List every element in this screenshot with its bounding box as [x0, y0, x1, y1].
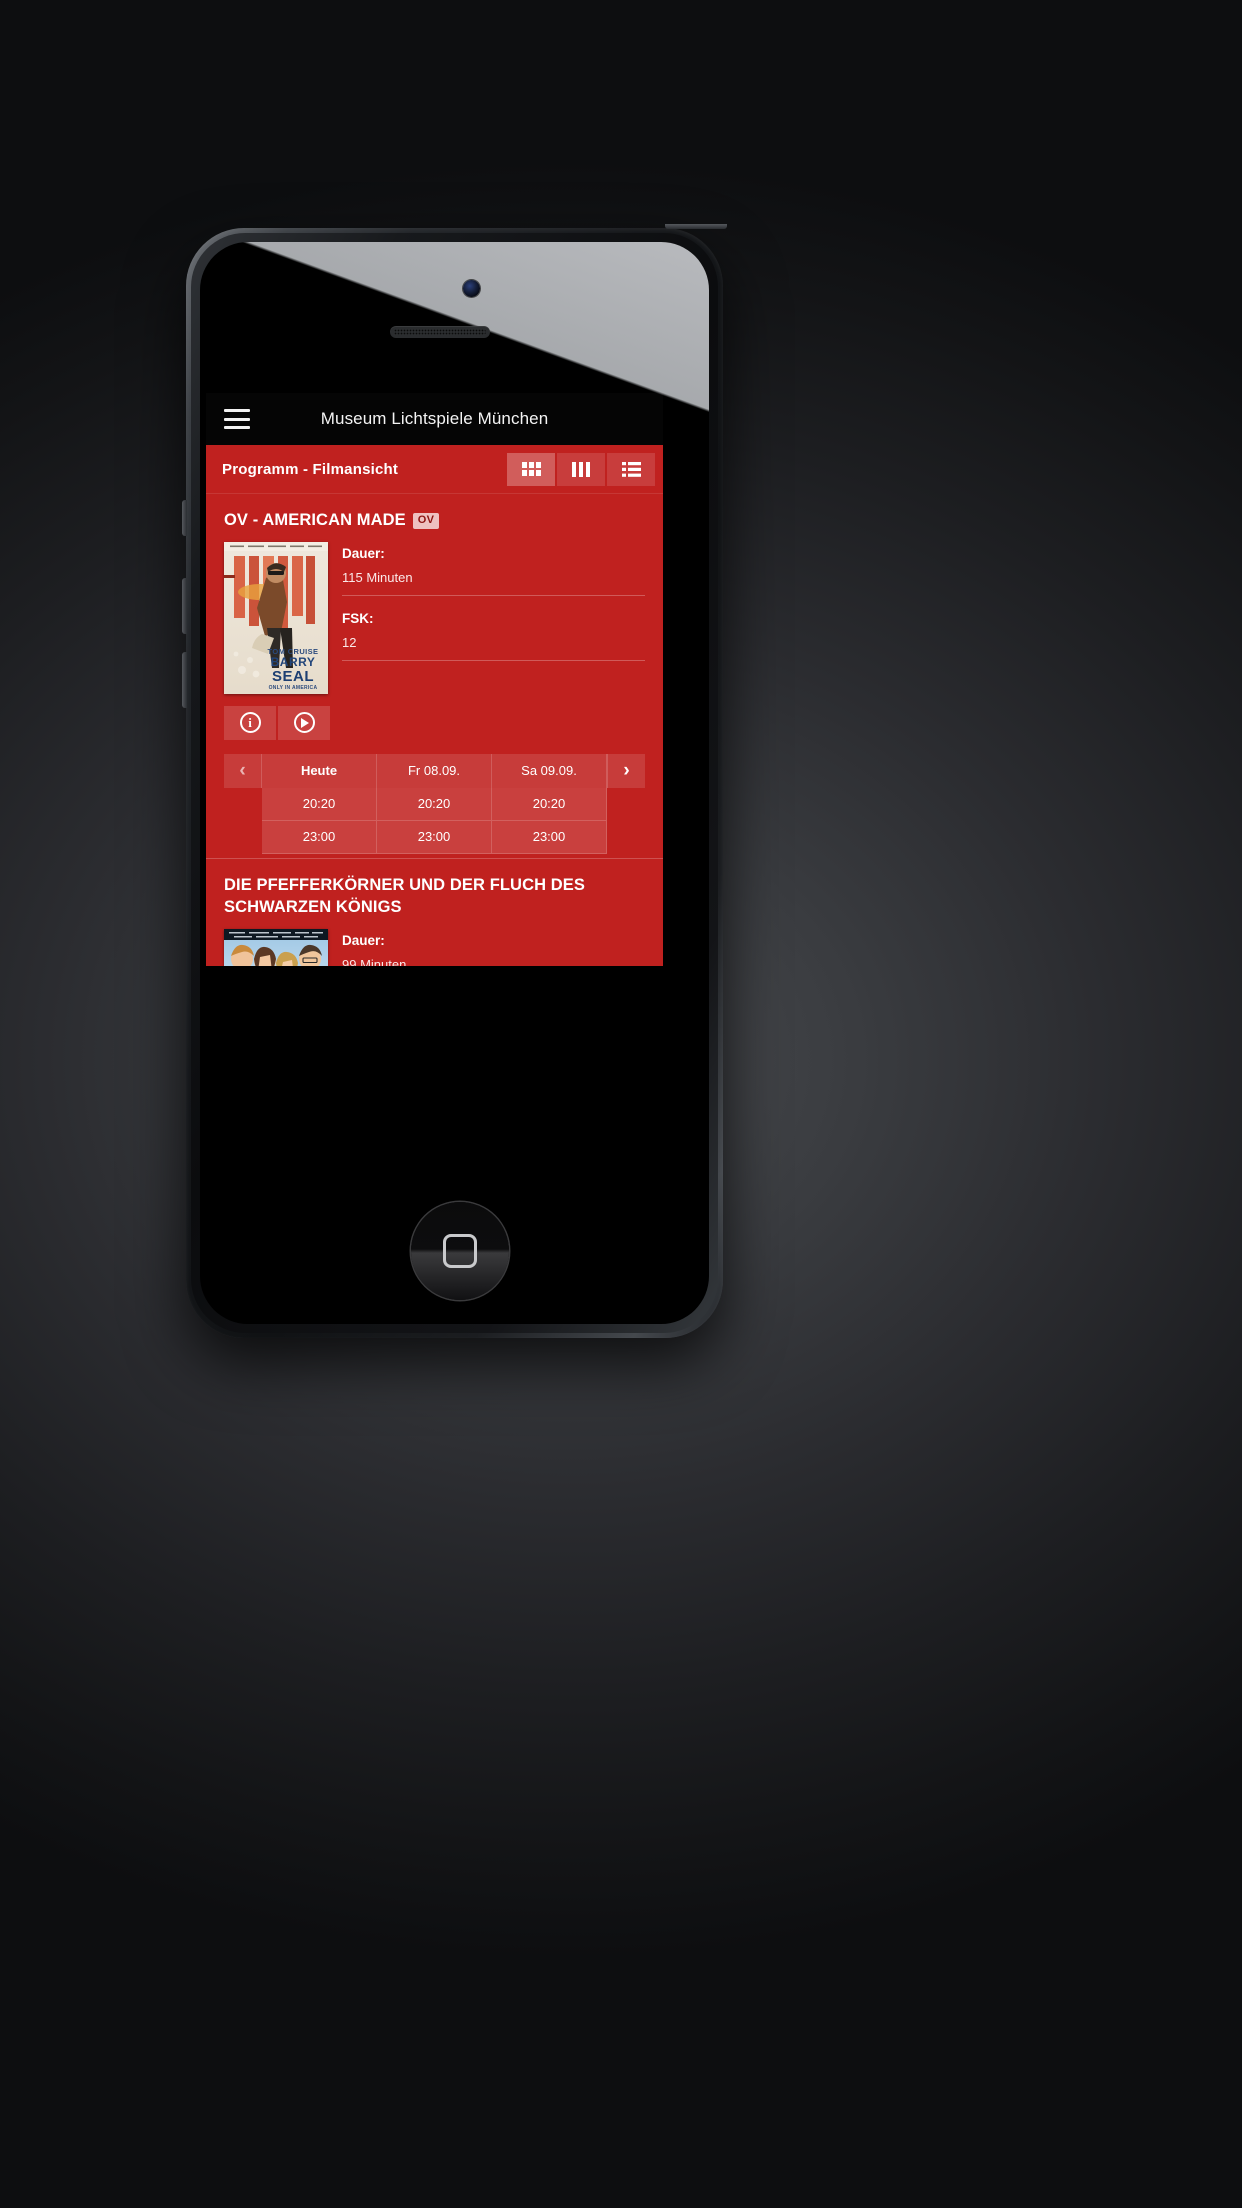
svg-text:SEAL: SEAL: [272, 668, 314, 685]
movie-actions: i: [206, 694, 663, 740]
movie-card: OV - AMERICAN MADE OV TOM CRUISE BARRY S…: [206, 494, 663, 859]
silent-switch[interactable]: [182, 500, 187, 536]
showtime-cell[interactable]: 20:20: [492, 787, 607, 821]
svg-text:BARRY: BARRY: [271, 655, 316, 669]
showtime-row: 23:00 23:00 23:00: [224, 820, 645, 854]
movie-title: OV - AMERICAN MADE: [224, 511, 406, 529]
movie-body: TOM CRUISE BARRY SEAL ONLY IN AMERICA Da…: [206, 541, 663, 694]
front-camera-icon: [463, 280, 480, 297]
device-bezel: Museum Lichtspiele München Programm - Fi…: [200, 242, 709, 1324]
home-square-icon: [443, 1234, 477, 1268]
showtime-cell[interactable]: 23:00: [377, 820, 492, 854]
volume-down-button[interactable]: [182, 652, 187, 708]
movie-card: DIE PFEFFERKÖRNER UND DER FLUCH DES SCHW…: [206, 859, 663, 966]
phone-device: Museum Lichtspiele München Programm - Fi…: [182, 224, 727, 1338]
list-icon: [621, 461, 641, 477]
home-button[interactable]: [411, 1202, 509, 1300]
poster-artwork-pfefferkoerner: Die Pfefferkörner und der Fluch des schw…: [224, 928, 328, 966]
ov-badge: OV: [412, 512, 440, 530]
row-spacer-right: [607, 821, 645, 854]
showtime-cell[interactable]: 23:00: [262, 820, 377, 854]
date-tab-fr[interactable]: Fr 08.09.: [377, 753, 492, 788]
movie-title-row: DIE PFEFFERKÖRNER UND DER FLUCH DES SCHW…: [206, 859, 663, 929]
info-button[interactable]: i: [224, 705, 276, 740]
grid-icon: [521, 461, 541, 476]
phone-screen: Museum Lichtspiele München Programm - Fi…: [206, 393, 663, 966]
fact-value-fsk: 12: [342, 635, 645, 661]
view-mode-toggle-group: [507, 452, 655, 486]
showtime-cell[interactable]: 20:20: [262, 787, 377, 821]
row-spacer-left: [224, 788, 262, 821]
fact-label-fsk: FSK:: [342, 610, 374, 626]
movie-facts: Dauer: 115 Minuten FSK: 12: [342, 542, 645, 694]
showtime-cell[interactable]: 20:20: [377, 787, 492, 821]
date-tab-today[interactable]: Heute: [262, 753, 377, 788]
list-view-button[interactable]: [607, 452, 655, 486]
column-view-button[interactable]: [557, 452, 605, 486]
prev-day-button[interactable]: ‹: [224, 753, 262, 788]
row-spacer-left: [224, 821, 262, 854]
power-button[interactable]: [665, 224, 727, 229]
showtime-row: 20:20 20:20 20:20: [224, 787, 645, 821]
page-title: Museum Lichtspiele München: [320, 409, 549, 428]
fact-value-duration: 115 Minuten: [342, 570, 645, 596]
poster-artwork-american-made: TOM CRUISE BARRY SEAL ONLY IN AMERICA: [224, 541, 328, 694]
date-tab-sa[interactable]: Sa 09.09.: [492, 753, 607, 788]
date-tabs-row: ‹ Heute Fr 08.09. Sa 09.09. ›: [224, 753, 645, 788]
grid-view-button[interactable]: [507, 452, 555, 486]
columns-icon: [572, 461, 590, 477]
section-title: Programm - Filmansicht: [222, 460, 399, 478]
row-spacer-right: [607, 788, 645, 821]
volume-up-button[interactable]: [182, 578, 187, 634]
fact-value-duration: 99 Minuten: [342, 957, 645, 966]
movie-poster[interactable]: Die Pfefferkörner und der Fluch des schw…: [224, 928, 328, 966]
info-icon: i: [239, 712, 261, 734]
movie-title: DIE PFEFFERKÖRNER UND DER FLUCH DES SCHW…: [224, 875, 586, 916]
play-icon: [293, 712, 315, 734]
movie-title-row: OV - AMERICAN MADE OV: [206, 494, 663, 542]
movie-body: Die Pfefferkörner und der Fluch des schw…: [206, 928, 663, 966]
movie-poster[interactable]: TOM CRUISE BARRY SEAL ONLY IN AMERICA: [224, 541, 328, 694]
showtimes-schedule: ‹ Heute Fr 08.09. Sa 09.09. › 20:20 20:2…: [206, 740, 663, 854]
svg-text:ONLY IN AMERICA: ONLY IN AMERICA: [269, 685, 318, 691]
earpiece-speaker-icon: [390, 326, 490, 338]
hamburger-menu-icon[interactable]: [224, 409, 250, 429]
movie-facts: Dauer: 99 Minuten FSK: 0: [342, 929, 645, 966]
fact-label-duration: Dauer:: [342, 545, 385, 561]
fact-label-duration: Dauer:: [342, 932, 385, 948]
next-day-button[interactable]: ›: [607, 753, 645, 788]
app-header: Museum Lichtspiele München: [206, 393, 663, 445]
section-toolbar: Programm - Filmansicht: [206, 445, 663, 494]
trailer-button[interactable]: [278, 705, 330, 740]
showtime-cell[interactable]: 23:00: [492, 820, 607, 854]
device-inner-frame: Museum Lichtspiele München Programm - Fi…: [191, 233, 718, 1333]
